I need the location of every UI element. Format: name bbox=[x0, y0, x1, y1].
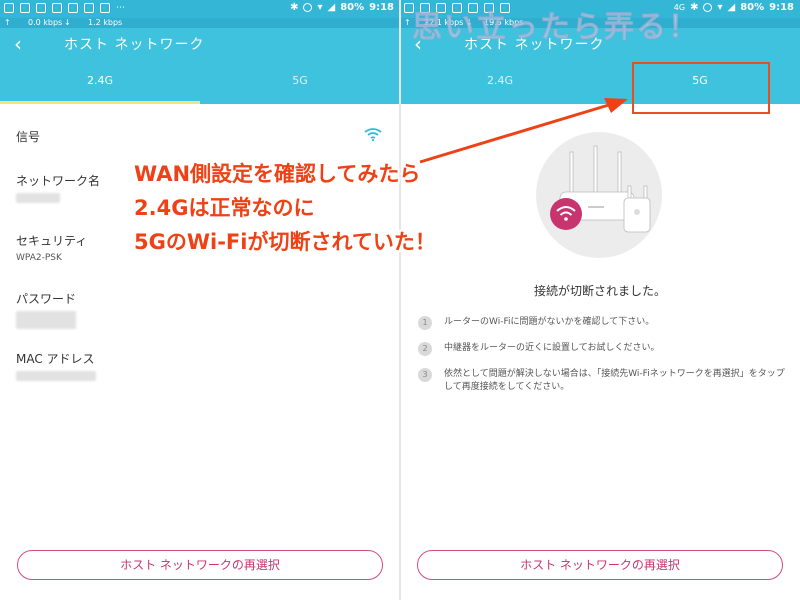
step-number: 3 bbox=[418, 368, 432, 382]
alarm-icon bbox=[303, 3, 313, 12]
annotation-line-1: WAN側設定を確認してみたら bbox=[134, 162, 421, 186]
notification-icon bbox=[36, 3, 46, 13]
battery-percent: 80% bbox=[740, 2, 765, 13]
password-label: パスワード bbox=[16, 292, 77, 306]
step-text: 中継器をルーターの近くに設置してお試しください。 bbox=[444, 343, 660, 353]
mac-label: MAC アドレス bbox=[16, 352, 95, 366]
tab-2-4g[interactable]: 2.4G bbox=[400, 58, 600, 104]
network-name-field: ネットワーク名 bbox=[16, 172, 100, 206]
network-speed-bar: ↑ 0.0 kbps ↓ 1.2 kbps bbox=[0, 18, 400, 28]
signal-field: 信号 bbox=[16, 128, 40, 145]
battery-percent: 80% bbox=[340, 2, 365, 13]
tab-2-4g[interactable]: 2.4G bbox=[0, 58, 200, 104]
clock: 9:18 bbox=[369, 2, 394, 13]
down-arrow-icon: ↓ bbox=[64, 18, 71, 27]
notification-icon bbox=[84, 3, 94, 13]
cell-signal-icon: ◢ bbox=[727, 2, 736, 13]
router-extender-icon bbox=[550, 145, 651, 233]
mac-value-redacted bbox=[16, 371, 96, 381]
annotation-line-3: 5GのWi-Fiが切断されていた！ bbox=[134, 230, 436, 254]
notification-icon bbox=[68, 3, 78, 13]
bluetooth-icon: ✱ bbox=[290, 2, 299, 13]
list-item: 3 依然として問題が解決しない場合は、「接続先Wi-Fiネットワークを再選択」を… bbox=[418, 368, 788, 394]
security-value: WPA2-PSK bbox=[16, 253, 62, 263]
step-number: 2 bbox=[418, 342, 432, 356]
reselect-network-button[interactable]: ホスト ネットワークの再選択 bbox=[17, 550, 383, 580]
wifi-signal-icon bbox=[364, 128, 382, 141]
notification-icon bbox=[52, 3, 62, 13]
password-field: パスワード bbox=[16, 290, 76, 332]
reselect-network-button[interactable]: ホスト ネットワークの再選択 bbox=[417, 550, 783, 580]
youtube-icon bbox=[20, 3, 30, 13]
download-speed: 0.0 kbps bbox=[28, 18, 63, 27]
step-text: 依然として問題が解決しない場合は、「接続先Wi-Fiネットワークを再選択」をタッ… bbox=[444, 369, 785, 392]
step-number: 1 bbox=[418, 316, 432, 330]
annotation-line-2: 2.4Gは正常なのに bbox=[134, 196, 315, 220]
left-screen: ⋯ ✱ ▾ ◢ 80% 9:18 ↑ 0.0 kbps ↓ 1.2 kbps ‹… bbox=[0, 0, 400, 600]
signal-label: 信号 bbox=[16, 130, 41, 144]
security-label: セキュリティ bbox=[16, 234, 88, 248]
step-text: ルーターのWi-Fiに問題がないかを確認して下さい。 bbox=[444, 317, 655, 327]
network-name-label: ネットワーク名 bbox=[16, 174, 101, 188]
page-title: ホスト ネットワーク bbox=[64, 37, 205, 53]
extender-illustration bbox=[536, 132, 662, 258]
up-arrow-icon: ↑ bbox=[404, 18, 411, 27]
wifi-status-icon: ▾ bbox=[317, 2, 323, 13]
panel-divider bbox=[399, 0, 401, 600]
security-field: セキュリティ WPA2-PSK bbox=[16, 232, 87, 263]
cell-signal-icon: ◢ bbox=[327, 2, 336, 13]
up-arrow-icon: ↑ bbox=[4, 18, 11, 27]
troubleshoot-steps: 1 ルーターのWi-Fiに問題がないかを確認して下さい。 2 中継器をルーターの… bbox=[418, 316, 788, 406]
wifi-status-icon: ▾ bbox=[717, 2, 723, 13]
mac-field: MAC アドレス bbox=[16, 350, 96, 384]
upload-speed: 1.2 kbps bbox=[88, 18, 123, 27]
notification-icons: ⋯ bbox=[4, 3, 126, 13]
highlight-5g-tab bbox=[632, 62, 770, 114]
list-item: 2 中継器をルーターの近くに設置してお試しください。 bbox=[418, 342, 788, 356]
system-status: ✱ ▾ ◢ 80% 9:18 bbox=[290, 2, 394, 13]
band-tabs: 2.4G 5G bbox=[0, 58, 400, 104]
password-value-redacted bbox=[16, 311, 76, 329]
app-bar: ‹ ホスト ネットワーク bbox=[0, 28, 400, 58]
more-icon: ⋯ bbox=[116, 3, 125, 13]
annotation-callout: WAN側設定を確認してみたら 2.4Gは正常なのに 5GのWi-Fiが切断されて… bbox=[134, 157, 436, 259]
disconnected-title: 接続が切断されました。 bbox=[533, 284, 666, 298]
status-bar: ⋯ ✱ ▾ ◢ 80% 9:18 bbox=[0, 0, 400, 18]
notification-icon bbox=[4, 3, 14, 13]
instagram-icon bbox=[100, 3, 110, 13]
network-name-value-redacted bbox=[16, 193, 60, 203]
site-watermark: 思い立ったら弄る！ bbox=[412, 10, 700, 46]
chevron-left-icon[interactable]: ‹ bbox=[14, 32, 22, 56]
list-item: 1 ルーターのWi-Fiに問題がないかを確認して下さい。 bbox=[418, 316, 788, 330]
tab-5g[interactable]: 5G bbox=[200, 58, 400, 104]
clock: 9:18 bbox=[769, 2, 794, 13]
alarm-icon bbox=[703, 3, 713, 12]
